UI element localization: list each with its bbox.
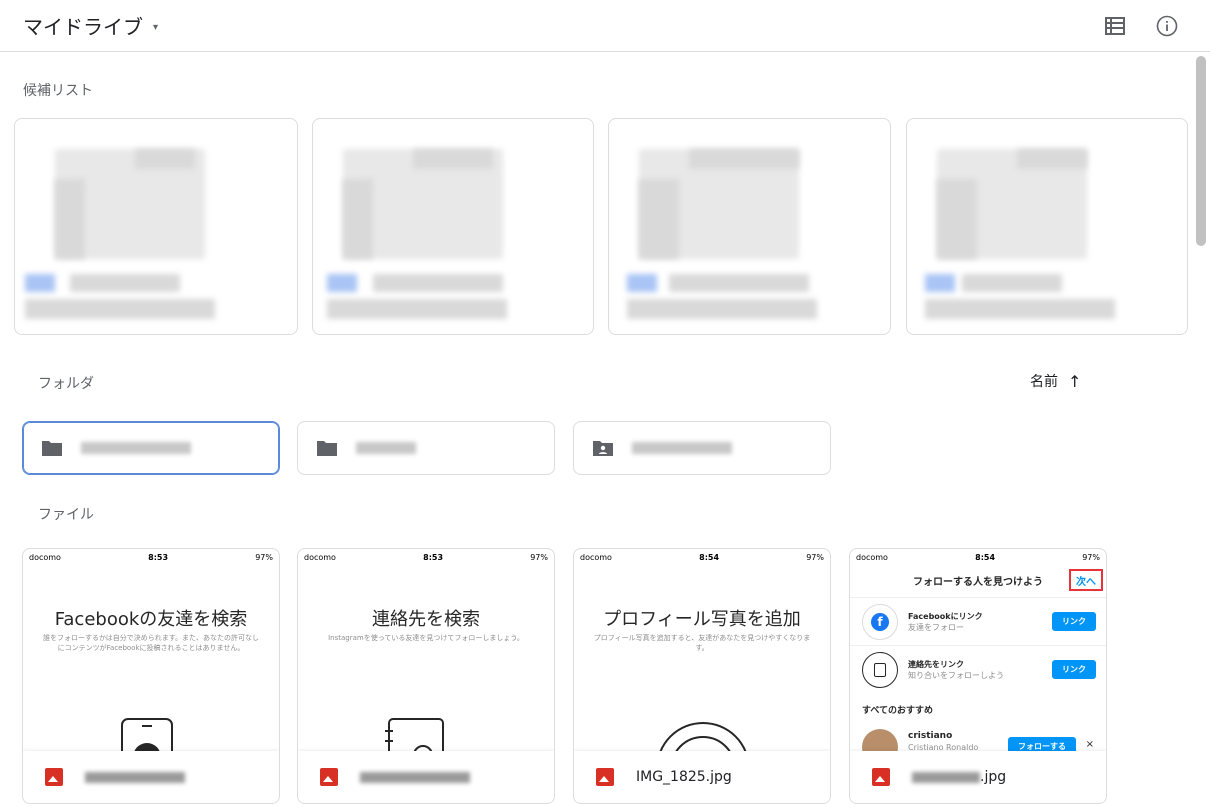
image-file-icon: [320, 768, 338, 786]
all-recommendations: すべてのおすすめ: [862, 706, 934, 716]
top-bar: マイドライブ ▾: [0, 0, 1210, 52]
folder-item[interactable]: [22, 421, 280, 475]
thumbnail-subtext: プロフィール写真を追加すると、友達があなたを見つけやすくなります。: [593, 634, 811, 652]
suggested-card[interactable]: [906, 118, 1188, 335]
chevron-down-icon: ▾: [153, 22, 159, 33]
list-view-icon[interactable]: [1102, 13, 1128, 39]
info-icon[interactable]: [1154, 13, 1180, 39]
folder-item[interactable]: [573, 421, 831, 475]
suggested-card[interactable]: [608, 118, 891, 335]
thumbnail-heading: 連絡先を検索: [372, 609, 480, 630]
contacts-link-subtitle: 知り合いをフォローしよう: [908, 670, 1004, 680]
phone-status-bar: docomo 8:53 97%: [304, 553, 548, 562]
username: cristiano: [908, 731, 953, 741]
file-name: .jpg: [912, 769, 1006, 785]
folder-name: [632, 442, 732, 454]
folder-name: [356, 442, 416, 454]
scrollbar[interactable]: [1196, 56, 1206, 246]
shared-folder-icon: [593, 441, 613, 456]
next-button-highlight: 次へ: [1069, 569, 1103, 591]
page-title: マイドライブ: [23, 15, 143, 39]
contacts-link-row: 連絡先をリンク 知り合いをフォローしよう リンク: [850, 645, 1106, 693]
file-footer: [23, 751, 279, 803]
file-footer: [298, 751, 554, 803]
image-file-icon: [45, 768, 63, 786]
thumbnail-subtext: Instagramを使っている友達を見つけてフォローしましょう。: [328, 634, 524, 642]
file-card[interactable]: docomo 8:54 97% フォローする人を見つけよう 次へ f Faceboo…: [849, 548, 1107, 804]
contacts-link-button: リンク: [1052, 660, 1096, 679]
facebook-link-row: f Facebookにリンク 友達をフォロー リンク: [850, 597, 1106, 645]
phone-status-bar: docomo 8:53 97%: [29, 553, 273, 562]
folder-item[interactable]: [297, 421, 555, 475]
facebook-link-subtitle: 友達をフォロー: [908, 622, 964, 632]
sort-by-name-button[interactable]: 名前 ↑: [1030, 371, 1081, 391]
image-file-icon: [596, 768, 614, 786]
folder-icon: [42, 441, 62, 456]
folder-name: [81, 442, 191, 454]
facebook-link-button: リンク: [1052, 612, 1096, 631]
contacts-link-title: 連絡先をリンク: [908, 659, 964, 669]
thumbnail-subtext: 誰をフォローするかは自分で決められます。また、あなたの許可なしにコンテンツがFa…: [42, 634, 260, 652]
file-footer: IMG_1825.jpg: [574, 751, 830, 803]
arrow-up-icon: ↑: [1068, 371, 1082, 391]
file-name: [360, 769, 470, 785]
phone-status-bar: docomo 8:54 97%: [856, 553, 1100, 562]
folder-icon: [317, 441, 337, 456]
contacts-icon: [862, 651, 898, 688]
facebook-icon: f: [862, 603, 898, 640]
facebook-link-title: Facebookにリンク: [908, 611, 983, 621]
thumbnail-heading: Facebookの友達を検索: [54, 609, 248, 630]
image-file-icon: [872, 768, 890, 786]
file-card[interactable]: docomo 8:53 97% Facebookの友達を検索 誰をフォローするかは自…: [22, 548, 280, 804]
files-heading: ファイル: [38, 507, 94, 523]
phone-status-bar: docomo 8:54 97%: [580, 553, 824, 562]
file-name: [85, 769, 185, 785]
sort-label: 名前: [1030, 374, 1058, 390]
my-drive-dropdown[interactable]: マイドライブ ▾: [23, 11, 158, 40]
file-card[interactable]: docomo 8:53 97% 連絡先を検索 Instagramを使っている友達を見…: [297, 548, 555, 804]
thumbnail-heading: プロフィール写真を追加: [603, 609, 801, 630]
suggested-card[interactable]: [14, 118, 298, 335]
file-card[interactable]: docomo 8:54 97% プロフィール写真を追加 プロフィール写真を追加すると…: [573, 548, 831, 804]
dismiss-icon: ×: [1085, 739, 1094, 750]
file-name: IMG_1825.jpg: [636, 769, 732, 785]
thumbnail-heading: フォローする人を見つけよう: [913, 577, 1043, 588]
folders-heading: フォルダ: [38, 376, 94, 392]
suggested-card[interactable]: [312, 118, 594, 335]
suggested-heading: 候補リスト: [23, 83, 93, 99]
file-footer: .jpg: [850, 751, 1106, 803]
